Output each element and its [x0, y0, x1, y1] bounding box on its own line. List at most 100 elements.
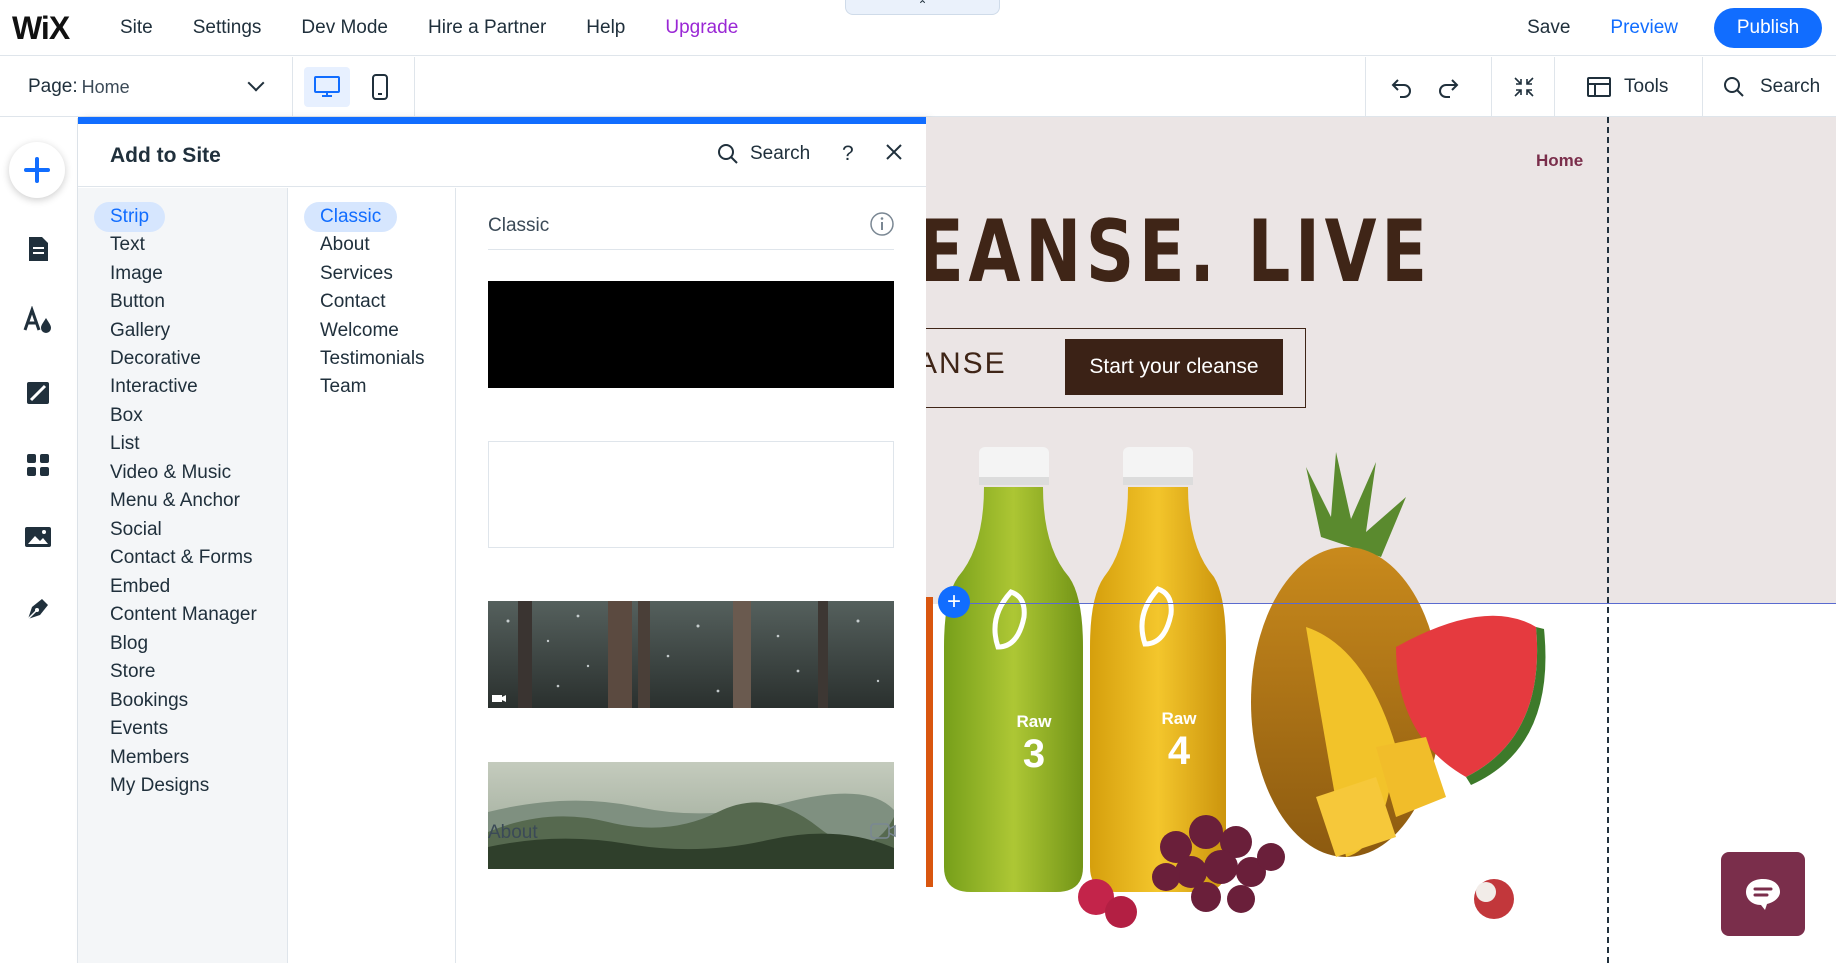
menu-dev-mode[interactable]: Dev Mode [301, 17, 388, 39]
category-decorative[interactable]: Decorative [110, 344, 201, 374]
cta-text: ANSE [926, 347, 1007, 380]
blog-button[interactable] [23, 594, 53, 624]
page-selector[interactable]: Page: Home [28, 57, 268, 117]
category-list[interactable]: List [110, 429, 140, 459]
site-canvas[interactable]: Home EANSE. LIVE ANSE Start your cleanse [926, 117, 1836, 963]
help-icon[interactable]: ? [842, 142, 854, 166]
subcategory-about[interactable]: About [320, 230, 370, 260]
theme-button[interactable] [23, 306, 53, 336]
desktop-view-button[interactable] [304, 67, 350, 107]
bottle-3-number: 3 [1022, 732, 1046, 776]
close-icon[interactable] [884, 141, 904, 169]
category-events[interactable]: Events [110, 714, 168, 744]
section-divider [488, 249, 894, 250]
category-list: Strip Text Image Button Gallery Decorati… [78, 188, 288, 963]
category-video-music[interactable]: Video & Music [110, 458, 231, 488]
category-contact-forms[interactable]: Contact & Forms [110, 543, 253, 573]
media-button[interactable] [23, 522, 53, 552]
plus-icon [24, 157, 50, 183]
design-button[interactable] [23, 378, 53, 408]
category-blog[interactable]: Blog [110, 629, 148, 659]
desktop-icon [314, 76, 340, 97]
menu-upgrade[interactable]: Upgrade [665, 17, 738, 39]
category-menu-anchor[interactable]: Menu & Anchor [110, 486, 240, 516]
mobile-view-button[interactable] [360, 67, 400, 107]
search-button[interactable]: Search [1722, 57, 1820, 117]
category-my-designs[interactable]: My Designs [110, 771, 209, 801]
menu-help[interactable]: Help [586, 17, 625, 39]
start-cleanse-button[interactable]: Start your cleanse [1065, 339, 1283, 395]
category-social[interactable]: Social [110, 515, 162, 545]
collapse-toolbar-button[interactable]: ⌃ [845, 0, 1000, 15]
add-to-site-panel: Add to Site Search ? Strip Text Image Bu… [78, 117, 926, 963]
design-icon [27, 382, 49, 404]
tools-icon [1587, 77, 1611, 97]
section-title-about: About [488, 822, 538, 843]
subcategory-welcome[interactable]: Welcome [320, 316, 399, 346]
add-elements-button[interactable] [9, 142, 65, 198]
video-icon[interactable] [869, 821, 897, 846]
chat-icon [1746, 879, 1780, 910]
mobile-icon [372, 74, 388, 100]
plus-icon: + [946, 588, 961, 615]
pen-icon [27, 599, 48, 620]
bottle-4-number: 4 [1167, 729, 1191, 773]
menu-site[interactable]: Site [120, 17, 153, 39]
panel-search-button[interactable]: Search [716, 142, 810, 166]
menu-settings[interactable]: Settings [193, 17, 262, 39]
panel-title: Add to Site [110, 144, 221, 167]
strip-preset-mountains[interactable] [488, 762, 894, 869]
category-members[interactable]: Members [110, 743, 189, 773]
hero-heading[interactable]: EANSE. LIVE [926, 202, 1432, 302]
strip-presets: Classic About [456, 188, 926, 963]
category-interactive[interactable]: Interactive [110, 372, 198, 402]
zoom-out-icon [1514, 77, 1534, 97]
subcategory-team[interactable]: Team [320, 372, 366, 402]
add-section-button[interactable]: + [938, 586, 970, 618]
theme-icon [23, 306, 51, 333]
subcategory-testimonials[interactable]: Testimonials [320, 344, 425, 374]
apps-button[interactable] [23, 450, 53, 480]
editor-toolbar: Page: Home Tools Search [0, 57, 1836, 117]
pages-button[interactable] [23, 234, 53, 264]
divider [1365, 57, 1366, 117]
divider [414, 57, 415, 117]
subcategory-classic[interactable]: Classic [304, 202, 398, 232]
subcategory-contact[interactable]: Contact [320, 287, 385, 317]
info-icon[interactable] [869, 211, 895, 242]
search-icon [718, 144, 738, 164]
category-content-manager[interactable]: Content Manager [110, 600, 257, 630]
media-icon [25, 527, 51, 547]
menu-hire-a-partner[interactable]: Hire a Partner [428, 17, 546, 39]
cta-container[interactable]: ANSE Start your cleanse [926, 328, 1306, 408]
juice-bottles-image[interactable] [926, 447, 1646, 963]
zoom-out-button[interactable] [1512, 57, 1536, 117]
strip-preset-black[interactable] [488, 281, 894, 388]
site-nav-home[interactable]: Home [1536, 151, 1583, 171]
preview-button[interactable]: Preview [1610, 17, 1678, 39]
category-embed[interactable]: Embed [110, 572, 170, 602]
tools-button[interactable]: Tools [1586, 57, 1668, 117]
category-box[interactable]: Box [110, 401, 143, 431]
chevron-down-icon [247, 74, 265, 92]
category-strip[interactable]: Strip [94, 202, 166, 232]
chevron-up-icon: ⌃ [917, 0, 928, 12]
category-bookings[interactable]: Bookings [110, 686, 188, 716]
wix-logo[interactable]: WiX [12, 10, 70, 47]
divider [292, 57, 293, 117]
strip-preset-forest-video[interactable] [488, 601, 894, 708]
publish-button[interactable]: Publish [1714, 8, 1822, 48]
redo-icon[interactable] [1436, 75, 1460, 99]
category-store[interactable]: Store [110, 657, 155, 687]
chat-button[interactable] [1721, 852, 1805, 936]
category-gallery[interactable]: Gallery [110, 316, 170, 346]
subcategory-services[interactable]: Services [320, 259, 393, 289]
category-text[interactable]: Text [110, 230, 145, 260]
panel-search-label: Search [750, 143, 811, 164]
undo-icon[interactable] [1390, 75, 1414, 99]
pages-icon [29, 237, 48, 261]
save-button[interactable]: Save [1527, 17, 1570, 39]
category-button[interactable]: Button [110, 287, 165, 317]
strip-preset-white[interactable] [488, 441, 894, 548]
category-image[interactable]: Image [110, 259, 163, 289]
